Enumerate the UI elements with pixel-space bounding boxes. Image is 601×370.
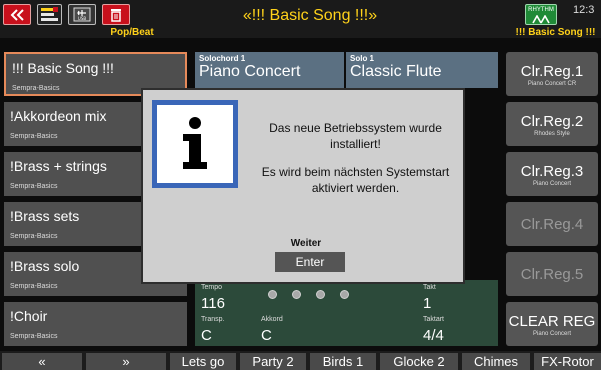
status-panel: Tempo 116 Takt 1 Transp. C Akkord C Takt… xyxy=(195,280,498,346)
scroll-down-button[interactable]: » xyxy=(86,353,166,370)
tempo-label: Tempo xyxy=(201,284,223,291)
panel-divider xyxy=(344,52,346,88)
delete-button[interactable] xyxy=(102,4,130,25)
registration-voice: Piano Concert xyxy=(532,331,572,337)
dialog-message-line1: Das neue Betriebssystem wurde xyxy=(269,121,442,135)
taktart-value: 4/4 xyxy=(423,327,444,344)
preset-button[interactable]: Party 2 xyxy=(240,353,306,370)
registration-voice: Piano Concert CR xyxy=(527,81,577,87)
song-name: !!! Basic Song !!! xyxy=(12,60,114,76)
song-library: Sempra-Basics xyxy=(10,183,58,190)
rhythm-icon xyxy=(532,15,550,24)
solo-voice: Classic Flute xyxy=(350,63,442,80)
enter-button[interactable]: Enter xyxy=(275,252,345,272)
window-title: «!!! Basic Song !!!» xyxy=(242,7,378,24)
usb-button[interactable]: USB xyxy=(68,4,96,25)
menu-icon xyxy=(41,7,58,21)
registration-button-4[interactable]: Clr.Reg.4 xyxy=(506,202,598,246)
solo-label: Solo 1 xyxy=(350,54,375,63)
preset-button[interactable]: FX-Rotor xyxy=(534,353,601,370)
registration-name: Clr.Reg.4 xyxy=(520,216,584,233)
transpose-label: Transp. xyxy=(201,316,225,323)
dialog-message-line4: aktiviert werden. xyxy=(311,181,400,195)
registration-name: CLEAR REG xyxy=(508,313,596,330)
song-name: !Brass + strings xyxy=(10,158,107,174)
rhythm-button[interactable]: RHYTHM xyxy=(525,4,557,25)
rhythm-label: RHYTHM xyxy=(528,7,554,13)
song-library: Sempra-Basics xyxy=(10,333,58,340)
transpose-value[interactable]: C xyxy=(201,327,212,344)
dialog-message-line3: Es wird beim nächsten Systemstart xyxy=(261,165,450,179)
style-category: Pop/Beat xyxy=(110,27,154,38)
preset-button[interactable]: Chimes xyxy=(462,353,530,370)
registration-button-5[interactable]: Clr.Reg.5 xyxy=(506,252,598,296)
registration-button-1[interactable]: Clr.Reg.1 Piano Concert CR xyxy=(506,52,598,96)
solochord-voice: Piano Concert xyxy=(199,63,301,80)
beat-indicator xyxy=(340,290,349,299)
clear-registration-button[interactable]: CLEAR REG Piano Concert xyxy=(506,302,598,346)
info-badge xyxy=(152,100,238,188)
double-left-icon xyxy=(10,8,24,21)
registration-name: Clr.Reg.5 xyxy=(520,266,584,283)
preset-button[interactable]: Lets go xyxy=(170,353,236,370)
takt-label: Takt xyxy=(423,284,436,291)
svg-text:USB: USB xyxy=(78,16,86,21)
continue-label: Weiter xyxy=(290,238,322,249)
beat-indicator xyxy=(316,290,325,299)
voice-panel[interactable]: Solochord 1 Piano Concert Solo 1 Classic… xyxy=(195,52,498,88)
song-library: Sempra-Basics xyxy=(12,85,60,92)
current-song-label: !!! Basic Song !!! xyxy=(515,27,596,38)
back-button[interactable] xyxy=(3,4,31,25)
taktart-label: Taktart xyxy=(423,316,445,323)
scroll-up-button[interactable]: « xyxy=(2,353,82,370)
song-item[interactable]: !Choir Sempra-Basics xyxy=(4,302,187,346)
trash-icon xyxy=(111,8,121,22)
clock: 12:3 xyxy=(573,4,595,16)
takt-value: 1 xyxy=(423,295,432,312)
registration-button-2[interactable]: Clr.Reg.2 Rhodes Style xyxy=(506,102,598,146)
preset-button[interactable]: Birds 1 xyxy=(310,353,376,370)
song-name: !Akkordeon mix xyxy=(10,108,107,124)
menu-button[interactable] xyxy=(37,4,62,25)
registration-voice: Rhodes Style xyxy=(534,131,570,137)
song-library: Sempra-Basics xyxy=(10,283,58,290)
registration-name: Clr.Reg.3 xyxy=(520,163,584,180)
song-name: !Brass sets xyxy=(10,208,80,224)
registration-name: Clr.Reg.2 xyxy=(520,113,584,130)
registration-button-3[interactable]: Clr.Reg.3 Piano Concert xyxy=(506,152,598,196)
akkord-value: C xyxy=(261,327,272,344)
song-name: !Brass solo xyxy=(10,258,80,274)
song-library: Sempra-Basics xyxy=(10,233,58,240)
bottom-bar: « » Lets go Party 2 Birds 1 Glocke 2 Chi… xyxy=(0,351,601,370)
top-bar: USB «!!! Basic Song !!!» RHYTHM 12:3 Pop… xyxy=(0,0,601,38)
info-icon xyxy=(183,117,207,169)
usb-icon: USB xyxy=(73,7,91,22)
solochord-label: Solochord 1 xyxy=(199,54,246,63)
song-library: Sempra-Basics xyxy=(10,133,58,140)
tempo-value[interactable]: 116 xyxy=(201,295,225,312)
beat-indicator xyxy=(268,290,277,299)
registration-voice: Piano Concert xyxy=(532,181,572,187)
beat-indicator xyxy=(292,290,301,299)
registration-name: Clr.Reg.1 xyxy=(520,63,584,80)
song-name: !Choir xyxy=(10,308,48,324)
akkord-label: Akkord xyxy=(261,316,283,323)
dialog-message-line2: installiert! xyxy=(330,137,381,151)
preset-button[interactable]: Glocke 2 xyxy=(380,353,458,370)
system-update-dialog: Das neue Betriebssystem wurde installier… xyxy=(143,90,463,282)
